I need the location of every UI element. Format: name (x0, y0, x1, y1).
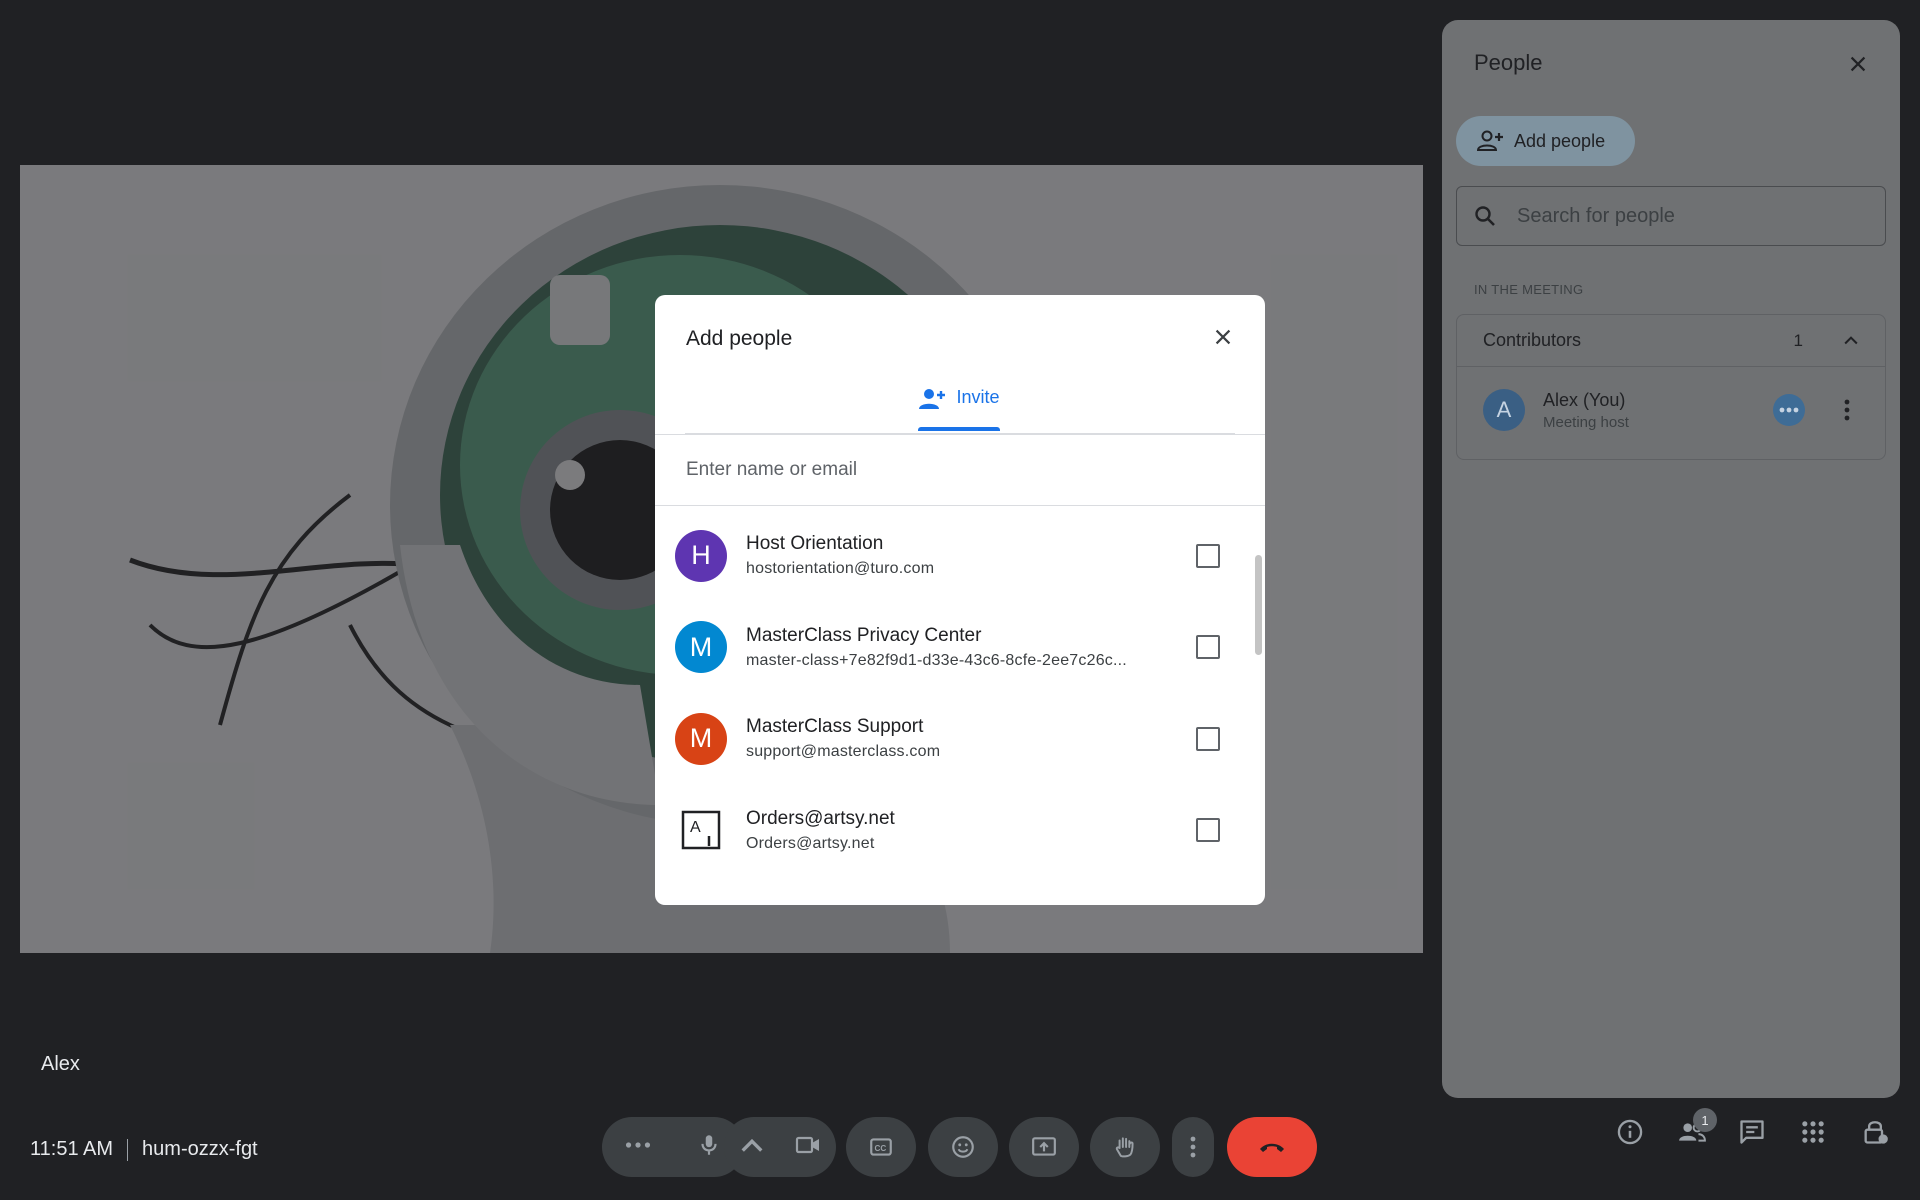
add-people-label: Add people (1514, 130, 1606, 151)
contact-name: Host Orientation (746, 533, 884, 555)
microphone-button[interactable] (696, 1132, 722, 1163)
people-search (1456, 186, 1886, 246)
person-add-icon (919, 389, 946, 409)
host-controls-button[interactable] (1853, 1110, 1897, 1154)
tab-active-indicator (918, 427, 1000, 431)
participant-role: Meeting host (1543, 413, 1629, 431)
camera-options-button[interactable] (739, 1132, 765, 1163)
contact-row[interactable]: H Host Orientation hostorientation@turo.… (655, 510, 1265, 602)
participant-more-button[interactable] (1835, 394, 1859, 426)
more-actions-button[interactable] (1172, 1117, 1214, 1177)
mic-icon (700, 1134, 717, 1155)
email-input-row (655, 434, 1265, 506)
close-icon (1850, 56, 1866, 72)
dialog-title: Add people (686, 327, 793, 350)
raise-hand-button[interactable] (1090, 1117, 1160, 1177)
dialog-close-button[interactable] (1207, 321, 1239, 353)
contact-email: hostorientation@turo.com (746, 560, 935, 578)
divider (127, 1138, 129, 1161)
avatar: M (675, 712, 727, 765)
camera-button[interactable] (795, 1132, 821, 1163)
group-count: 1 (1793, 330, 1803, 350)
panel-title: People (1474, 50, 1543, 75)
avatar: M (675, 621, 727, 674)
mic-group (602, 1117, 744, 1177)
more-vert-icon (1844, 399, 1850, 421)
add-people-dialog: Add people Invite H Host Orientation hos… (655, 295, 1265, 905)
contact-email: Orders@artsy.net (746, 834, 875, 852)
artsy-logo-icon: A (675, 804, 727, 857)
search-icon (1475, 206, 1495, 226)
audio-indicator (1773, 394, 1805, 426)
meeting-details-button[interactable] (1608, 1110, 1652, 1154)
hand-icon (1115, 1137, 1134, 1158)
captions-button[interactable]: CC (846, 1117, 916, 1177)
contact-checkbox[interactable] (1196, 726, 1220, 751)
contact-name: MasterClass Privacy Center (746, 624, 982, 646)
reactions-button[interactable] (928, 1117, 998, 1177)
present-screen-icon (1032, 1137, 1056, 1156)
people-panel: People Add people IN THE MEETING Contrib… (1442, 20, 1900, 1098)
info-icon (1617, 1119, 1643, 1145)
contact-email: master-class+7e82f9d1-d33e-43c6-8cfe-2ee… (746, 651, 1127, 669)
section-label: IN THE MEETING (1474, 282, 1584, 297)
emoji-icon (952, 1136, 974, 1158)
close-icon (1215, 329, 1231, 345)
svg-text:A: A (690, 819, 701, 836)
group-label: Contributors (1483, 330, 1582, 350)
more-options-button[interactable] (625, 1132, 651, 1163)
leave-call-button[interactable] (1227, 1117, 1317, 1177)
chat-button[interactable] (1730, 1110, 1774, 1154)
add-people-button[interactable]: Add people (1456, 116, 1636, 166)
name-or-email-input[interactable] (686, 459, 1226, 481)
contact-checkbox[interactable] (1196, 818, 1220, 843)
closed-caption-icon: CC (870, 1138, 892, 1156)
contact-row[interactable]: A Orders@artsy.net Orders@artsy.net (655, 785, 1265, 877)
panel-close-button[interactable] (1842, 48, 1874, 80)
contact-checkbox[interactable] (1196, 635, 1220, 660)
avatar: H (675, 529, 727, 582)
list-scrollbar[interactable] (1255, 555, 1262, 655)
bottom-bar: 11:51 AM hum-ozzx-fgt CC (0, 1110, 1920, 1190)
videocam-icon (795, 1136, 819, 1153)
contact-name: MasterClass Support (746, 716, 924, 738)
contact-checkbox[interactable] (1196, 543, 1220, 568)
present-button[interactable] (1009, 1117, 1079, 1177)
contact-email: support@masterclass.com (746, 743, 941, 761)
more-horiz-icon (625, 1141, 650, 1148)
chevron-up-icon (741, 1138, 763, 1152)
apps-icon (1802, 1121, 1824, 1143)
activities-button[interactable] (1791, 1110, 1835, 1154)
more-vert-icon (1190, 1136, 1196, 1158)
participant-count-badge: 1 (1693, 1108, 1717, 1132)
contributors-header[interactable]: Contributors 1 (1457, 315, 1885, 367)
meeting-code: hum-ozzx-fgt (142, 1138, 258, 1160)
camera-group (724, 1117, 836, 1177)
avatar: A (1483, 389, 1525, 431)
tab-invite-label: Invite (956, 387, 1000, 407)
participant-name-label: Alex (41, 1053, 80, 1075)
person-add-icon (1476, 130, 1503, 151)
tab-invite[interactable]: Invite (918, 387, 1000, 431)
search-people-input[interactable] (1517, 204, 1857, 228)
participant-row: A Alex (You) Meeting host (1457, 367, 1885, 453)
call-end-icon (1260, 1143, 1284, 1152)
host-controls-icon (1864, 1121, 1888, 1144)
contact-name: Orders@artsy.net (746, 807, 895, 829)
svg-text:CC: CC (875, 1144, 887, 1153)
contact-row[interactable]: M MasterClass Support support@masterclas… (655, 693, 1265, 785)
speaking-dots-icon (1779, 407, 1799, 413)
contributors-group: Contributors 1 A Alex (You) Meeting host (1456, 314, 1886, 460)
clock: 11:51 AM (30, 1138, 114, 1160)
chevron-up-icon (1844, 335, 1858, 344)
contact-list: H Host Orientation hostorientation@turo.… (655, 510, 1265, 876)
contact-row[interactable]: M MasterClass Privacy Center master-clas… (655, 602, 1265, 694)
participant-name: Alex (You) (1543, 389, 1626, 410)
meeting-info: 11:51 AM hum-ozzx-fgt (30, 1138, 258, 1161)
chat-icon (1740, 1120, 1764, 1144)
